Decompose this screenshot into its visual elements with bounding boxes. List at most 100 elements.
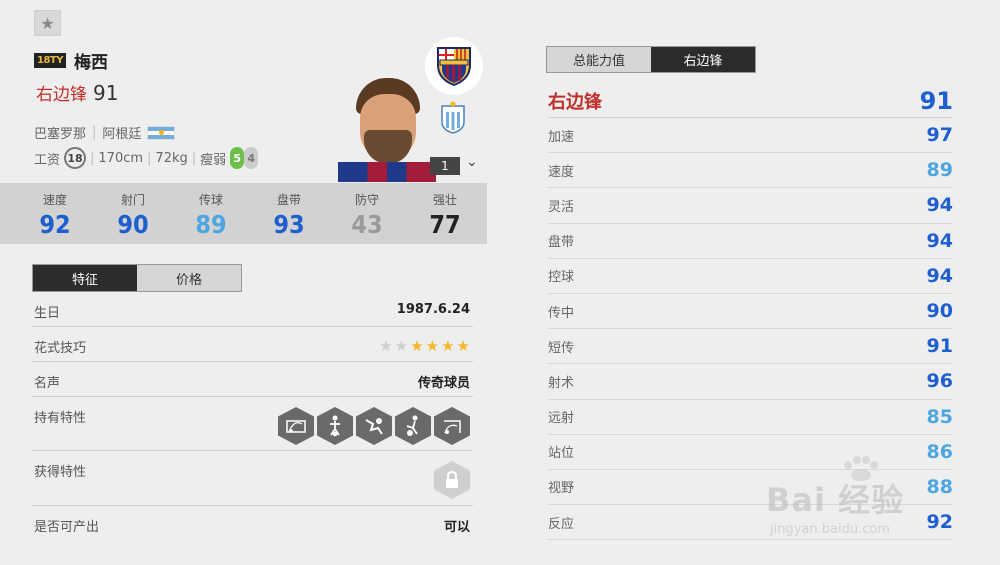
attribute-label: 站位 — [548, 446, 575, 462]
attribute-label: 视野 — [548, 481, 575, 497]
attribute-row: 灵活 94 — [548, 188, 953, 224]
stat-defending: 防守 43 — [328, 183, 406, 244]
attribute-row: 射术 96 — [548, 364, 953, 400]
trait-player-icon[interactable] — [317, 407, 353, 445]
attribute-value: 97 — [926, 124, 953, 147]
baidu-watermark: Bai 经验 jingyan.baidu.com — [766, 455, 966, 545]
stat-label: 传球 — [198, 193, 223, 207]
stat-value: 92 — [39, 210, 71, 239]
obtainable-label: 是否可产出 — [34, 520, 100, 535]
national-team-logo-icon — [440, 100, 466, 134]
trait-info-list: 生日 1987.6.24 花式技巧 ★ ★ ★ ★ ★ ★ 名声 传奇球员 持有特性 — [32, 292, 473, 536]
attribute-value: 96 — [926, 370, 953, 393]
attribute-row: 加速 97 — [548, 118, 953, 154]
attribute-label: 短传 — [548, 340, 575, 356]
position-row: 右边锋 91 — [36, 80, 118, 105]
star-filled-icon: ★ — [425, 337, 440, 355]
chevron-down-icon[interactable]: ⌄ — [466, 154, 478, 170]
stat-label: 射门 — [120, 193, 145, 207]
attribute-row: 速度 89 — [548, 153, 953, 189]
attribute-value: 90 — [926, 300, 953, 323]
star-filled-icon: ★ — [410, 337, 424, 355]
star-icon: ★ — [40, 13, 55, 33]
right-foot-icon: 4 — [244, 147, 259, 169]
position-rating-header: 右边锋 91 — [548, 84, 953, 118]
divider: | — [92, 125, 97, 140]
reputation-value: 传奇球员 — [417, 376, 470, 391]
star-empty-icon: ★ — [379, 337, 393, 355]
acquired-traits-label: 获得特性 — [34, 465, 87, 480]
finesse-shot-icon[interactable] — [278, 407, 314, 445]
player-info-row: 工资 18 | 170cm | 72kg | 瘦弱 5 4 — [34, 147, 259, 169]
weight-value: 72kg — [155, 150, 188, 166]
stat-label: 强壮 — [432, 193, 457, 207]
position-rating-label: 右边锋 — [548, 91, 602, 113]
attribute-row: 远射 85 — [548, 400, 953, 435]
attribute-row: 盘带 94 — [548, 224, 953, 259]
star-filled-icon: ★ — [456, 337, 470, 355]
attribute-label: 控球 — [548, 270, 575, 286]
star-empty-icon: ★ — [394, 337, 409, 355]
star-filled-icon: ★ — [441, 337, 455, 355]
watermark-text: Bai 经验 — [766, 481, 905, 519]
birthday-row: 生日 1987.6.24 — [32, 292, 473, 327]
obtainable-row: 是否可产出 可以 — [32, 506, 473, 536]
lock-icon — [434, 461, 470, 499]
argentina-flag-icon — [147, 125, 176, 140]
birthday-label: 生日 — [34, 306, 61, 321]
tab-right-winger[interactable]: 右边锋 — [651, 47, 755, 72]
stat-value: 89 — [195, 210, 227, 239]
body-type: 瘦弱 — [200, 152, 227, 168]
divider: | — [147, 150, 152, 166]
stat-passing: 传球 89 — [172, 183, 250, 244]
owned-traits-row: 持有特性 — [32, 397, 473, 451]
reputation-row: 名声 传奇球员 — [32, 362, 473, 397]
club-logo-icon — [425, 37, 483, 95]
attribute-value: 91 — [926, 335, 953, 358]
tab-overall-ability[interactable]: 总能力值 — [547, 47, 651, 72]
rating-tabs: 总能力值 右边锋 — [546, 46, 756, 73]
club-name: 巴塞罗那 — [34, 127, 87, 142]
tab-traits[interactable]: 特征 — [33, 265, 137, 291]
attribute-label: 灵活 — [548, 199, 575, 215]
divider: | — [191, 150, 197, 166]
reputation-label: 名声 — [34, 376, 61, 391]
stat-value: 77 — [429, 210, 461, 239]
attribute-value: 94 — [926, 264, 953, 287]
tab-price[interactable]: 价格 — [137, 265, 241, 291]
stat-pace: 速度 92 — [16, 183, 94, 244]
divider: | — [90, 150, 95, 166]
summary-stats: 速度 92 射门 90 传球 89 盘带 93 防守 43 强壮 77 — [0, 183, 487, 244]
wage-label: 工资 — [34, 152, 61, 168]
player-name: 梅西 — [73, 53, 108, 73]
stat-label: 盘带 — [276, 193, 301, 207]
attribute-label: 盘带 — [548, 235, 575, 251]
favorite-button[interactable]: ★ — [34, 10, 61, 36]
rank-selector[interactable]: 1 — [430, 157, 460, 175]
stat-value: 43 — [351, 210, 383, 239]
stat-label: 速度 — [42, 193, 67, 207]
player-name-row: 18TY 梅西 — [34, 48, 108, 73]
attribute-row: 短传 91 — [548, 329, 953, 365]
long-shot-icon[interactable] — [434, 407, 470, 445]
height-value: 170cm — [98, 150, 144, 166]
skill-moves-row: 花式技巧 ★ ★ ★ ★ ★ ★ — [32, 327, 473, 362]
club-nation-row: 巴塞罗那 | 阿根廷 — [34, 123, 176, 142]
stat-value: 93 — [273, 210, 305, 239]
info-tabs: 特征 价格 — [32, 264, 242, 292]
attribute-label: 传中 — [548, 305, 575, 321]
attribute-value: 94 — [926, 229, 953, 252]
skill-stars: ★ ★ ★ ★ ★ ★ — [379, 337, 470, 355]
watermark-url: jingyan.baidu.com — [770, 522, 890, 537]
attribute-value: 85 — [926, 405, 953, 428]
attribute-label: 远射 — [548, 411, 575, 427]
attribute-label: 速度 — [548, 164, 575, 180]
dribbler-icon[interactable] — [395, 407, 431, 445]
skill-moves-label: 花式技巧 — [34, 341, 87, 356]
flair-icon[interactable] — [356, 407, 392, 445]
stat-physical: 强壮 77 — [406, 183, 484, 244]
attribute-value: 94 — [926, 194, 953, 217]
obtainable-value: 可以 — [443, 520, 470, 535]
attribute-label: 反应 — [548, 516, 575, 532]
attribute-label: 加速 — [548, 129, 575, 145]
